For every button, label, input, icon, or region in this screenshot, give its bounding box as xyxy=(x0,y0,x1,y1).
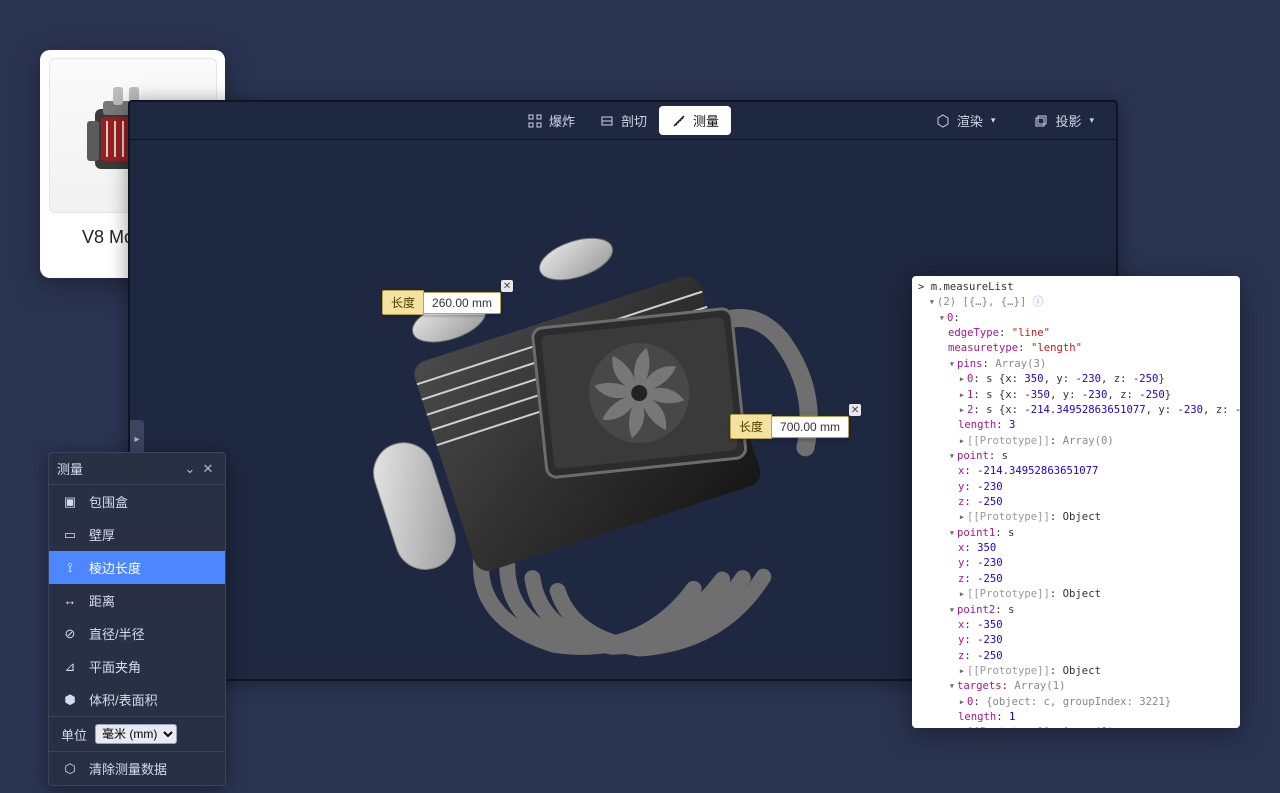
edge-length-icon: ⟟ xyxy=(61,560,79,576)
measure-option-distance[interactable]: ↔ 距离 xyxy=(49,584,225,617)
measure-option-label: 壁厚 xyxy=(89,525,115,544)
unit-row: 单位 毫米 (mm) xyxy=(49,717,225,751)
measure-option-radius[interactable]: ⊘ 直径/半径 xyxy=(49,617,225,650)
explode-button[interactable]: 爆炸 xyxy=(515,106,587,135)
projection-label: 投影 xyxy=(1055,111,1081,130)
unit-select[interactable]: 毫米 (mm) xyxy=(95,724,177,744)
callout-value: 700.00 mm xyxy=(772,416,849,438)
close-icon[interactable]: ✕ xyxy=(199,460,217,478)
callout-label: 长度 xyxy=(730,414,772,439)
render-label: 渲染 xyxy=(957,111,983,130)
eraser-icon: ⬡ xyxy=(61,761,79,777)
close-icon[interactable]: ✕ xyxy=(501,280,513,292)
measure-option-volume[interactable]: ⬢ 体积/表面积 xyxy=(49,683,225,716)
chevron-down-icon: ▾ xyxy=(991,115,996,126)
panel-title: 测量 xyxy=(57,459,181,478)
devtools-content[interactable]: > m.measureList▾(2) [{…}, {…}] ⓘ▾0:edgeT… xyxy=(912,276,1240,728)
clear-label: 清除测量数据 xyxy=(89,759,167,778)
bbox-icon: ▣ xyxy=(61,494,79,510)
measure-option-label: 距离 xyxy=(89,591,115,610)
measure-option-label: 平面夹角 xyxy=(89,657,141,676)
explode-label: 爆炸 xyxy=(549,111,575,130)
measure-panel: 测量 ⌄ ✕ ▣ 包围盒 ▭ 壁厚 ⟟ 棱边长度 ↔ 距离 ⊘ 直径/半径 ⊿ 平面夹角 ⬢ 体积/表面积… xyxy=(48,452,226,786)
measure-label: 测量 xyxy=(693,111,719,130)
measure-option-label: 包围盒 xyxy=(89,492,128,511)
radius-icon: ⊘ xyxy=(61,626,79,642)
section-button[interactable]: 剖切 xyxy=(587,106,659,135)
thickness-icon: ▭ xyxy=(61,527,79,543)
measure-option-label: 体积/表面积 xyxy=(89,690,158,709)
distance-icon: ↔ xyxy=(61,593,79,608)
chevron-down-icon[interactable]: ⌄ xyxy=(181,460,199,478)
unit-label: 单位 xyxy=(61,725,87,744)
measure-option-thickness[interactable]: ▭ 壁厚 xyxy=(49,518,225,551)
callout-label: 长度 xyxy=(382,290,424,315)
measure-option-edge-length[interactable]: ⟟ 棱边长度 xyxy=(49,551,225,584)
explode-icon xyxy=(527,113,543,129)
measurement-callout[interactable]: 长度 260.00 mm ✕ xyxy=(382,290,501,315)
devtools-panel[interactable]: > m.measureList▾(2) [{…}, {…}] ⓘ▾0:edgeT… xyxy=(912,276,1240,728)
measure-option-angle[interactable]: ⊿ 平面夹角 xyxy=(49,650,225,683)
render-dropdown[interactable]: 渲染 ▾ xyxy=(923,106,1008,135)
callout-value: 260.00 mm xyxy=(424,292,501,314)
projection-dropdown[interactable]: 投影 ▾ xyxy=(1021,106,1106,135)
section-icon xyxy=(599,113,615,129)
measure-option-label: 棱边长度 xyxy=(89,558,141,577)
measure-option-label: 直径/半径 xyxy=(89,624,145,643)
measure-button[interactable]: 测量 xyxy=(659,106,731,135)
volume-icon: ⬢ xyxy=(61,692,79,708)
viewer-toolbar: 爆炸 剖切 测量 渲染 ▾ 投影 ▾ xyxy=(130,102,1116,140)
close-icon[interactable]: ✕ xyxy=(849,404,861,416)
render-icon xyxy=(935,113,951,129)
angle-icon: ⊿ xyxy=(61,659,79,675)
measure-option-bbox[interactable]: ▣ 包围盒 xyxy=(49,485,225,518)
clear-measurements-button[interactable]: ⬡ 清除测量数据 xyxy=(49,752,225,785)
chevron-down-icon: ▾ xyxy=(1089,115,1094,126)
projection-icon xyxy=(1033,113,1049,129)
measurement-callout[interactable]: 长度 700.00 mm ✕ xyxy=(730,414,849,439)
section-label: 剖切 xyxy=(621,111,647,130)
measure-icon xyxy=(671,113,687,129)
